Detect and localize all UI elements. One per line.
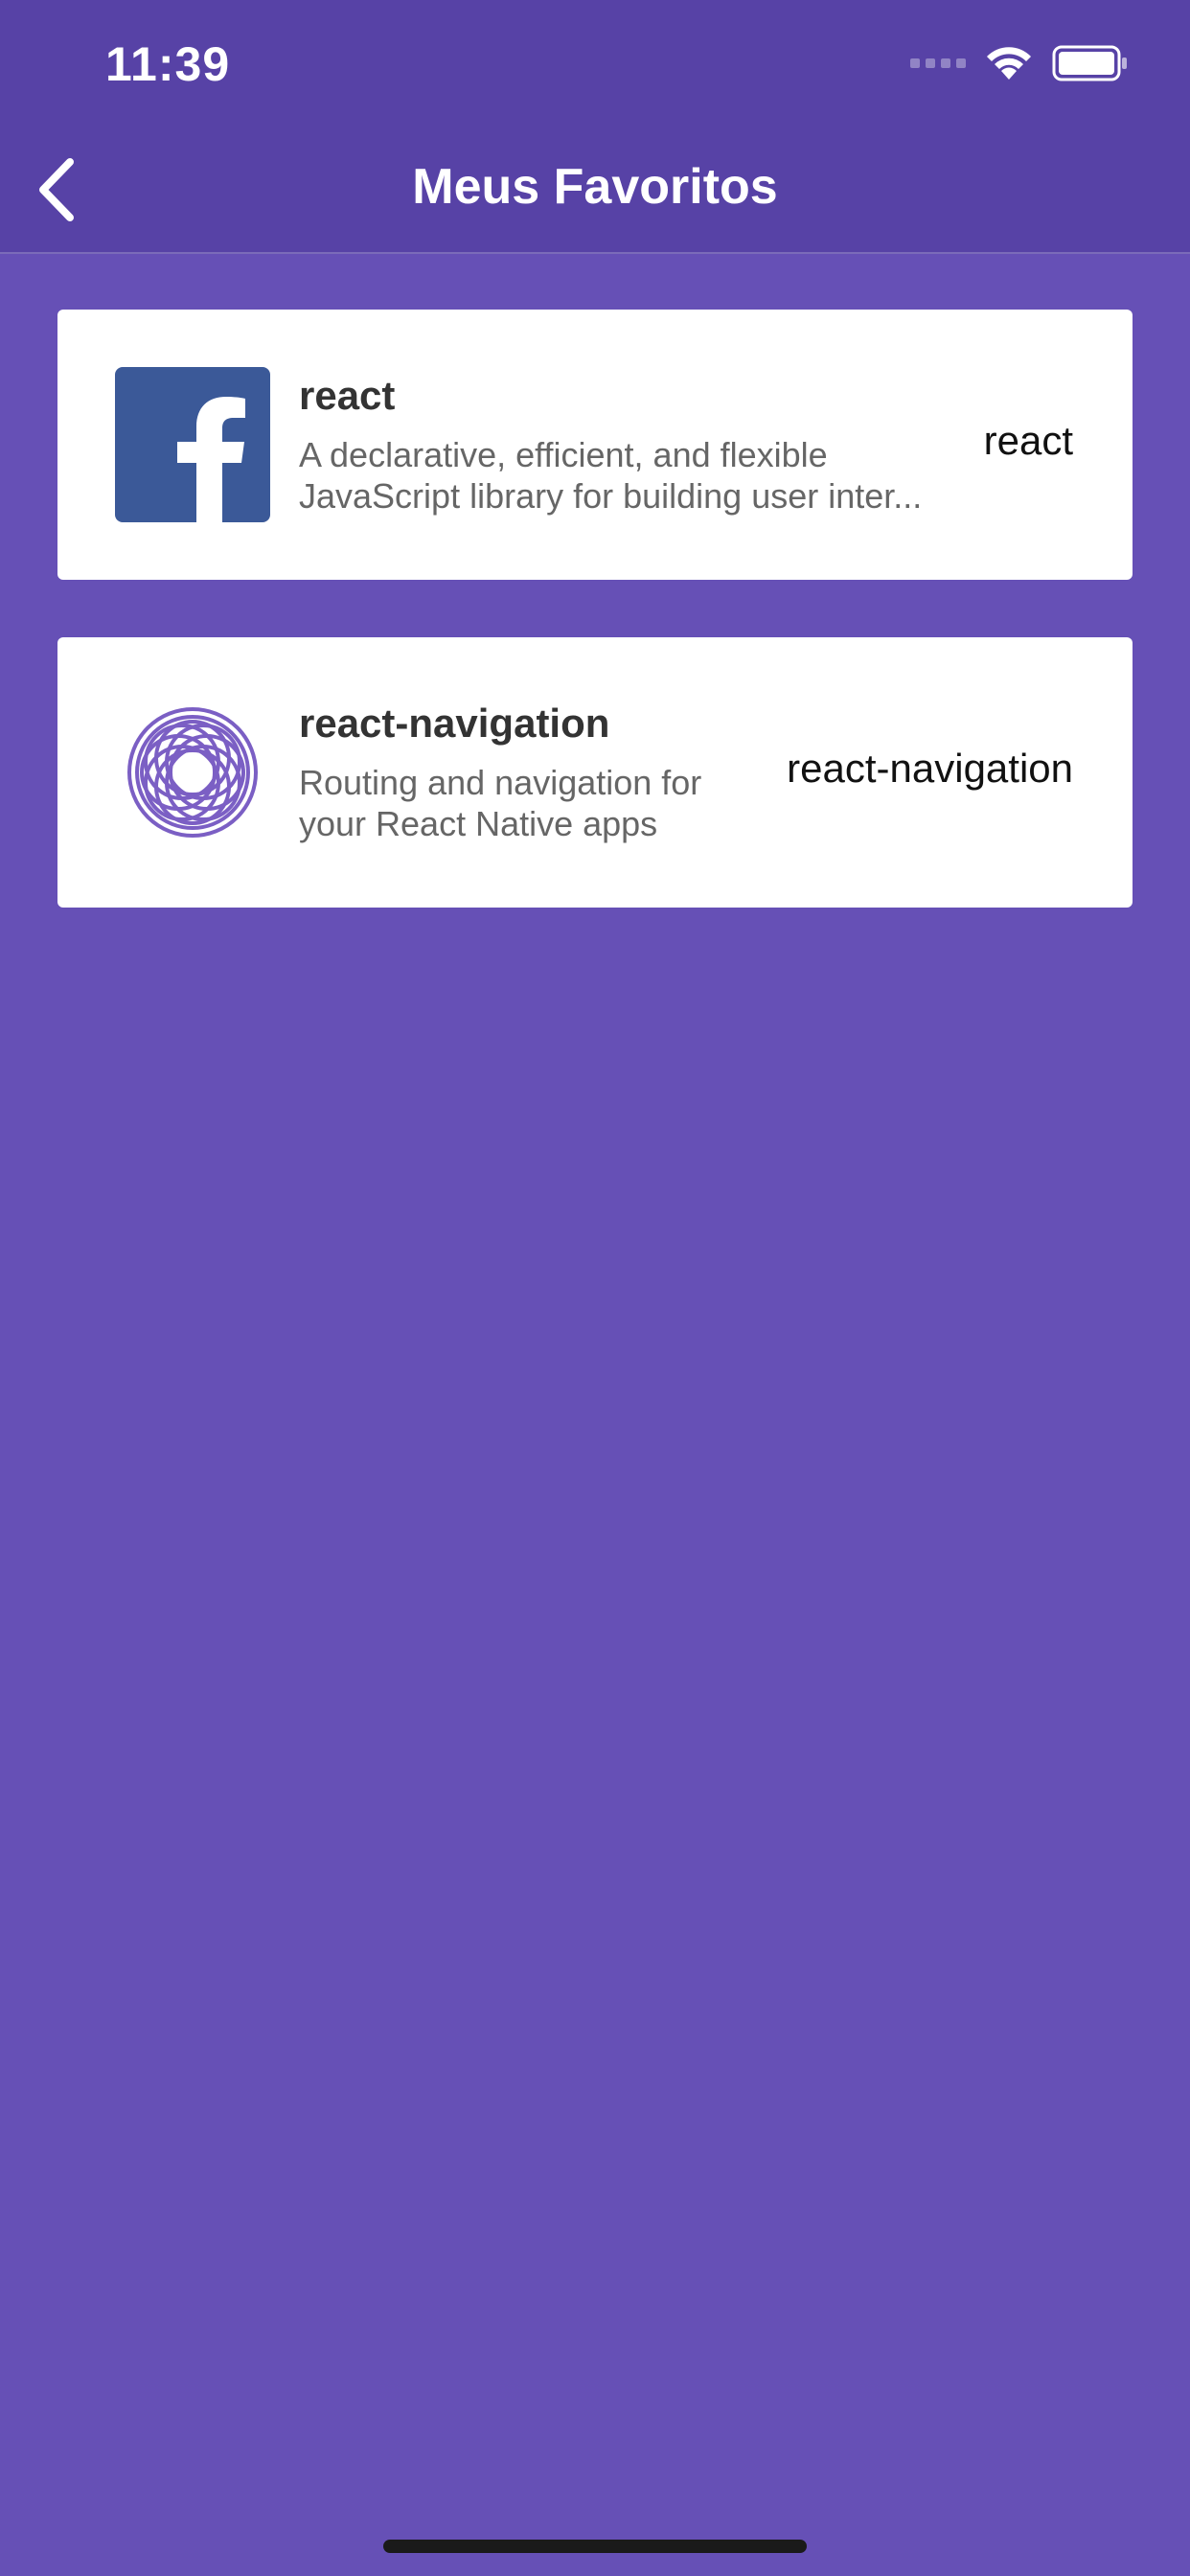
- status-icons: [910, 42, 1129, 84]
- react-navigation-logo-icon: [115, 695, 270, 850]
- favorite-card-react[interactable]: react A declarative, efficient, and flex…: [57, 310, 1133, 580]
- signal-icon: [910, 58, 966, 68]
- favorite-description-line: A declarative, efficient, and flexible: [299, 435, 828, 474]
- favorites-list: react A declarative, efficient, and flex…: [57, 310, 1133, 965]
- favorite-side-label: react: [983, 418, 1073, 463]
- status-time: 11:39: [105, 37, 231, 91]
- favorite-side-label: react-navigation: [787, 746, 1073, 791]
- facebook-logo-icon: [115, 367, 270, 522]
- favorite-card-react-navigation[interactable]: react-navigation Routing and navigation …: [57, 637, 1133, 908]
- home-indicator: [383, 2540, 807, 2553]
- battery-icon: [1052, 45, 1129, 81]
- page-title: Meus Favoritos: [412, 159, 778, 215]
- favorite-name: react-navigation: [299, 701, 610, 746]
- favorite-description-line: JavaScript library for building user int…: [299, 476, 923, 516]
- navigation-header: 11:39 Meus Favoritos: [0, 0, 1190, 254]
- wifi-icon: [985, 45, 1033, 81]
- favorite-description: A declarative, efficient, and flexible J…: [299, 434, 970, 517]
- favorite-description-line: your React Native apps: [299, 804, 658, 843]
- favorite-name: react: [299, 373, 396, 418]
